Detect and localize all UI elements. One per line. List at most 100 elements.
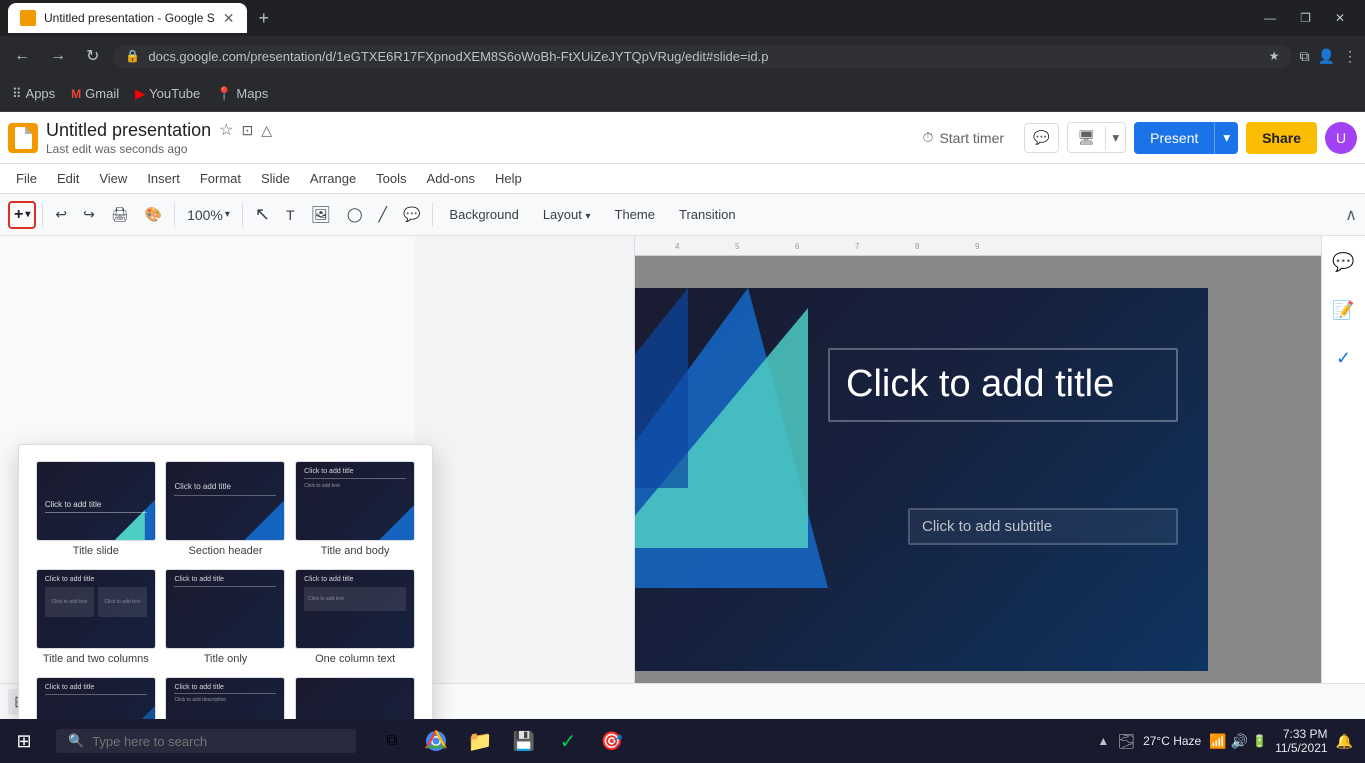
dropdown-arrow: ▾ [25, 209, 30, 220]
layout-item-one-col[interactable]: Click to add title Click to add text One… [294, 569, 416, 665]
layout-item-title-body[interactable]: Click to add title Click to add text Tit… [294, 461, 416, 557]
speaker-notes-icon-btn[interactable]: 💬 [1024, 123, 1059, 153]
bookmark-gmail[interactable]: M Gmail [71, 86, 119, 101]
taskbar-search-bar[interactable]: 🔍 [56, 729, 356, 753]
clock-date: 11/5/2021 [1275, 741, 1328, 755]
browser-chrome: Untitled presentation - Google S ✕ + — ❐… [0, 0, 1365, 112]
present-btn-group: Present ▾ [1134, 122, 1238, 154]
start-timer-button[interactable]: ⏱ Start timer [911, 123, 1017, 152]
menu-addons[interactable]: Add-ons [419, 169, 483, 188]
timer-icon: ⏱ [923, 129, 934, 146]
line-tool-btn[interactable]: ╱ [373, 202, 393, 227]
volume-icon[interactable]: 🔊 [1231, 733, 1248, 750]
layout-button[interactable]: Layout ▾ [533, 203, 601, 226]
toolbar: + ▾ ↩ ↪ 🖨 🎨 100% ▾ ↖ T 🖼 ◯ ╱ 💬 Backgroun… [0, 194, 1365, 236]
layout-item-title-slide[interactable]: Click to add title Title slide [35, 461, 157, 557]
undo-btn[interactable]: ↩ [49, 202, 73, 227]
star-icon[interactable]: ☆ [219, 120, 233, 140]
collapse-toolbar-btn[interactable]: ∧ [1345, 205, 1357, 225]
zoom-btn[interactable]: 100% ▾ [181, 203, 236, 227]
present-dropdown-btn[interactable]: ▾ [1106, 124, 1125, 152]
start-button[interactable]: ⊞ [0, 719, 48, 763]
add-slide-button[interactable]: + ▾ [8, 201, 36, 229]
share-button[interactable]: Share [1246, 122, 1317, 154]
user-avatar[interactable]: U [1325, 122, 1357, 154]
present-button[interactable]: Present [1134, 122, 1214, 154]
last-edit-text: Last edit was seconds ago [46, 142, 187, 156]
image-tool-btn[interactable]: 🖼 [305, 201, 337, 229]
url-bar[interactable]: 🔒 docs.google.com/presentation/d/1eGTXE6… [113, 45, 1291, 68]
menu-icon[interactable]: ⋮ [1343, 48, 1357, 65]
tasks-panel-icon[interactable]: ✓ [1326, 340, 1362, 376]
maximize-btn[interactable]: ❐ [1288, 7, 1323, 29]
taskbar-app-check[interactable]: ✓ [548, 721, 588, 761]
present-options-btn[interactable]: 🖥 [1068, 123, 1106, 152]
notes-panel-icon[interactable]: 📝 [1326, 292, 1362, 328]
chat-panel-icon[interactable]: 💬 [1326, 244, 1362, 280]
taskbar-search-input[interactable] [92, 734, 342, 749]
presentation-title[interactable]: Untitled presentation [46, 120, 211, 141]
layout-item-title-two-cols[interactable]: Click to add title Click to add text Cli… [35, 569, 157, 665]
close-btn[interactable]: ✕ [1323, 7, 1357, 29]
print-btn[interactable]: 🖨 [105, 202, 135, 227]
reload-btn[interactable]: ↻ [80, 42, 105, 70]
forward-btn[interactable]: → [44, 43, 72, 69]
svg-text:6: 6 [795, 242, 800, 251]
task-view-btn[interactable]: ⧉ [372, 721, 412, 761]
layout-picker-dropdown: Click to add title Title slide Click to … [18, 444, 433, 763]
save-cloud-icon: ⊡ [241, 122, 253, 139]
slide-title-textbox[interactable]: Click to add title [828, 348, 1178, 422]
notification-center-btn[interactable]: 🔔 [1336, 733, 1353, 750]
select-tool-btn[interactable]: ↖ [249, 200, 276, 229]
menu-tools[interactable]: Tools [368, 169, 414, 188]
layout-thumb-section-header: Click to add title [165, 461, 285, 541]
background-button[interactable]: Background [439, 203, 528, 226]
paint-format-btn[interactable]: 🎨 [139, 202, 168, 227]
text-tool-btn[interactable]: T [280, 203, 301, 227]
menu-edit[interactable]: Edit [49, 169, 87, 188]
bookmark-youtube[interactable]: ▶ YouTube [135, 86, 200, 102]
new-tab-button[interactable]: + [251, 4, 278, 33]
minimize-btn[interactable]: — [1252, 7, 1288, 29]
taskbar-app-chrome[interactable] [416, 721, 456, 761]
notification-icons: 📶 🔊 🔋 [1209, 733, 1267, 750]
tab-close-btn[interactable]: ✕ [223, 10, 235, 27]
menu-help[interactable]: Help [487, 169, 530, 188]
menu-insert[interactable]: Insert [139, 169, 188, 188]
theme-button[interactable]: Theme [605, 203, 665, 226]
layout-label-title-two-cols: Title and two columns [43, 653, 149, 665]
network-icon[interactable]: 📶 [1209, 733, 1226, 750]
bookmark-maps[interactable]: 📍 Maps [216, 86, 268, 102]
menu-view[interactable]: View [91, 169, 135, 188]
menu-slide[interactable]: Slide [253, 169, 298, 188]
shapes-tool-btn[interactable]: ◯ [341, 202, 369, 227]
present-dropdown-arrow[interactable]: ▾ [1214, 122, 1238, 154]
menu-format[interactable]: Format [192, 169, 249, 188]
profile-icon[interactable]: 👤 [1318, 48, 1335, 65]
address-bar-icons: ⧉ 👤 ⋮ [1300, 48, 1357, 65]
layout-label-section-header: Section header [188, 545, 262, 557]
slide-subtitle-textbox[interactable]: Click to add subtitle [908, 508, 1178, 545]
system-clock[interactable]: 7:33 PM 11/5/2021 [1275, 727, 1328, 755]
tray-icon-1[interactable]: ▲ [1097, 734, 1109, 748]
menu-file[interactable]: File [8, 169, 45, 188]
layout-grid: Click to add title Title slide Click to … [35, 461, 416, 763]
layout-item-title-only[interactable]: Click to add title Title only [165, 569, 287, 665]
comment-tool-btn[interactable]: 💬 [397, 202, 426, 227]
active-tab[interactable]: Untitled presentation - Google S ✕ [8, 3, 247, 33]
redo-btn[interactable]: ↪ [77, 202, 101, 227]
taskbar-app-unknown1[interactable]: 💾 [504, 721, 544, 761]
transition-button[interactable]: Transition [669, 203, 746, 226]
taskbar-app-file-explorer[interactable]: 📁 [460, 721, 500, 761]
layout-thumb-title-only: Click to add title [165, 569, 285, 649]
layout-thumb-title-two-cols: Click to add title Click to add text Cli… [36, 569, 156, 649]
back-btn[interactable]: ← [8, 43, 36, 69]
extensions-icon[interactable]: ⧉ [1300, 48, 1310, 65]
bookmark-apps[interactable]: ⠿ Apps [12, 86, 55, 102]
layout-item-section-header[interactable]: Click to add title Section header [165, 461, 287, 557]
apps-icon: ⠿ [12, 86, 22, 102]
layout-dropdown-icon: ▾ [585, 211, 590, 222]
taskbar-app-custom[interactable]: 🎯 [592, 721, 632, 761]
clock-time: 7:33 PM [1275, 727, 1328, 741]
menu-arrange[interactable]: Arrange [302, 169, 364, 188]
